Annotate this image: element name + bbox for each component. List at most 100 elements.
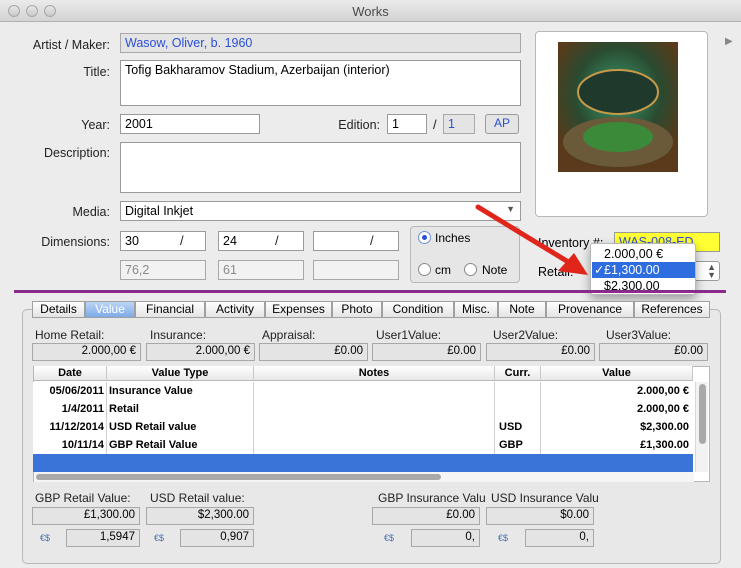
- usd-retail-field: $2,300.00: [146, 507, 254, 525]
- ap-button[interactable]: AP: [485, 114, 519, 134]
- cell-value-type: GBP Retail Value: [107, 436, 254, 454]
- exchange-rate-icon[interactable]: €$: [40, 533, 50, 543]
- cell-notes: [254, 400, 495, 418]
- table-row[interactable]: 11/12/2014 USD Retail value USD $2,300.0…: [33, 418, 693, 436]
- user3value-label: User3Value:: [606, 328, 672, 342]
- cm-label: cm: [435, 263, 451, 277]
- usd-insurance-field: $0.00: [486, 507, 594, 525]
- edition-field[interactable]: 1: [387, 114, 427, 134]
- user1value-field: £0.00: [372, 343, 481, 361]
- tab-condition[interactable]: Condition: [382, 301, 454, 318]
- insurance-field: 2.000,00 €: [146, 343, 255, 361]
- tab-misc[interactable]: Misc.: [454, 301, 498, 318]
- dim-depth-in[interactable]: [313, 231, 399, 251]
- title-field[interactable]: Tofig Bakharamov Stadium, Azerbaijan (in…: [120, 60, 521, 106]
- exchange-rate-icon[interactable]: €$: [498, 533, 508, 543]
- tab-provenance[interactable]: Provenance: [546, 301, 634, 318]
- cell-notes: [254, 436, 495, 454]
- dim-height-in[interactable]: 30: [120, 231, 206, 251]
- cell-value: £1,300.00: [640, 439, 689, 451]
- col-header-value[interactable]: Value: [541, 366, 693, 381]
- vertical-scrollbar[interactable]: [695, 382, 708, 472]
- title-bar: Works: [0, 0, 741, 22]
- user3value-field: £0.00: [599, 343, 708, 361]
- table-row[interactable]: 05/06/2011 Insurance Value 2.000,00 €: [33, 382, 693, 400]
- tab-expenses[interactable]: Expenses: [265, 301, 332, 318]
- dim-slash: /: [370, 233, 374, 248]
- tab-activity[interactable]: Activity: [205, 301, 265, 318]
- inches-radio[interactable]: [418, 231, 431, 244]
- vertical-scroll-thumb[interactable]: [699, 384, 706, 444]
- appraisal-label: Appraisal:: [262, 328, 316, 342]
- home-retail-field: 2.000,00 €: [32, 343, 141, 361]
- cell-date: 1/4/2011: [33, 400, 107, 418]
- inches-label: Inches: [435, 231, 471, 245]
- cell-date: 05/06/2011: [33, 382, 107, 400]
- media-label: Media:: [72, 205, 110, 219]
- cell-curr: [495, 400, 541, 418]
- table-row[interactable]: 10/11/14 GBP Retail Value GBP £1,300.00: [33, 436, 693, 454]
- usd-insurance-rate-field: 0,: [525, 529, 594, 547]
- gbp-retail-field: £1,300.00: [32, 507, 140, 525]
- next-image-icon[interactable]: ▶: [725, 36, 733, 47]
- gbp-insurance-label: GBP Insurance Valu: [378, 491, 486, 505]
- col-header-date[interactable]: Date: [34, 366, 107, 381]
- gbp-rate-field: 1,5947: [66, 529, 140, 547]
- dim-slash: /: [275, 233, 279, 248]
- cell-curr: USD: [495, 418, 541, 436]
- col-header-notes[interactable]: Notes: [254, 366, 495, 381]
- year-field[interactable]: 2001: [120, 114, 260, 134]
- gbp-insurance-rate-field: 0,: [411, 529, 480, 547]
- tab-photo[interactable]: Photo: [332, 301, 382, 318]
- description-label: Description:: [44, 146, 110, 160]
- section-divider: [14, 290, 726, 293]
- gbp-insurance-field: £0.00: [372, 507, 480, 525]
- edition-label: Edition:: [338, 118, 380, 132]
- exchange-rate-icon[interactable]: €$: [384, 533, 394, 543]
- stepper-arrows-icon: ▲ ▼: [707, 262, 716, 280]
- gbp-retail-label: GBP Retail Value:: [35, 491, 131, 505]
- home-retail-label: Home Retail:: [35, 328, 105, 342]
- table-row[interactable]: 1/4/2011 Retail 2.000,00 €: [33, 400, 693, 418]
- cell-value: 2.000,00 €: [637, 403, 689, 415]
- annotation-arrow: [475, 204, 588, 275]
- col-header-value-type[interactable]: Value Type: [107, 366, 254, 381]
- usd-rate-field: 0,907: [180, 529, 254, 547]
- menu-item-gbp[interactable]: ✓ £1,300.00: [592, 262, 695, 278]
- tab-financial[interactable]: Financial: [135, 301, 205, 318]
- menu-item-eur[interactable]: 2.000,00 €: [592, 246, 695, 262]
- user1value-label: User1Value:: [376, 328, 442, 342]
- cell-value-type: USD Retail value: [107, 418, 254, 436]
- edition-of-field: 1: [443, 114, 475, 134]
- dim-width-in[interactable]: 24: [218, 231, 304, 251]
- exchange-rate-icon[interactable]: €$: [154, 533, 164, 543]
- tab-references[interactable]: References: [634, 301, 710, 318]
- cell-curr: [495, 382, 541, 400]
- artwork-image: [558, 42, 678, 172]
- tab-note[interactable]: Note: [498, 301, 546, 318]
- tab-value[interactable]: Value: [85, 301, 135, 318]
- col-header-curr[interactable]: Curr.: [495, 366, 541, 381]
- usd-retail-label: USD Retail value:: [150, 491, 245, 505]
- cell-value-type: Insurance Value: [107, 382, 254, 400]
- dim-height-cm: 76,2: [120, 260, 206, 280]
- artwork-image-frame[interactable]: [535, 31, 708, 217]
- cm-radio[interactable]: [418, 263, 431, 276]
- horizontal-scrollbar[interactable]: [34, 472, 694, 482]
- cell-notes: [254, 382, 495, 400]
- media-select[interactable]: Digital Inkjet ▼: [120, 201, 521, 221]
- user2value-label: User2Value:: [493, 328, 559, 342]
- appraisal-field: £0.00: [259, 343, 368, 361]
- retail-popup-menu: 2.000,00 € ✓ £1,300.00 $2,300.00: [590, 243, 696, 295]
- description-field[interactable]: [120, 142, 521, 193]
- year-label: Year:: [81, 118, 110, 132]
- cell-date: 10/11/14: [33, 436, 107, 454]
- cell-notes: [254, 418, 495, 436]
- artist-field[interactable]: Wasow, Oliver, b. 1960: [120, 33, 521, 53]
- insurance-label: Insurance:: [150, 328, 207, 342]
- dim-width-cm: 61: [218, 260, 304, 280]
- tab-details[interactable]: Details: [32, 301, 85, 318]
- table-row-selected[interactable]: [33, 454, 693, 472]
- media-value: Digital Inkjet: [125, 204, 194, 218]
- horizontal-scroll-thumb[interactable]: [36, 474, 441, 480]
